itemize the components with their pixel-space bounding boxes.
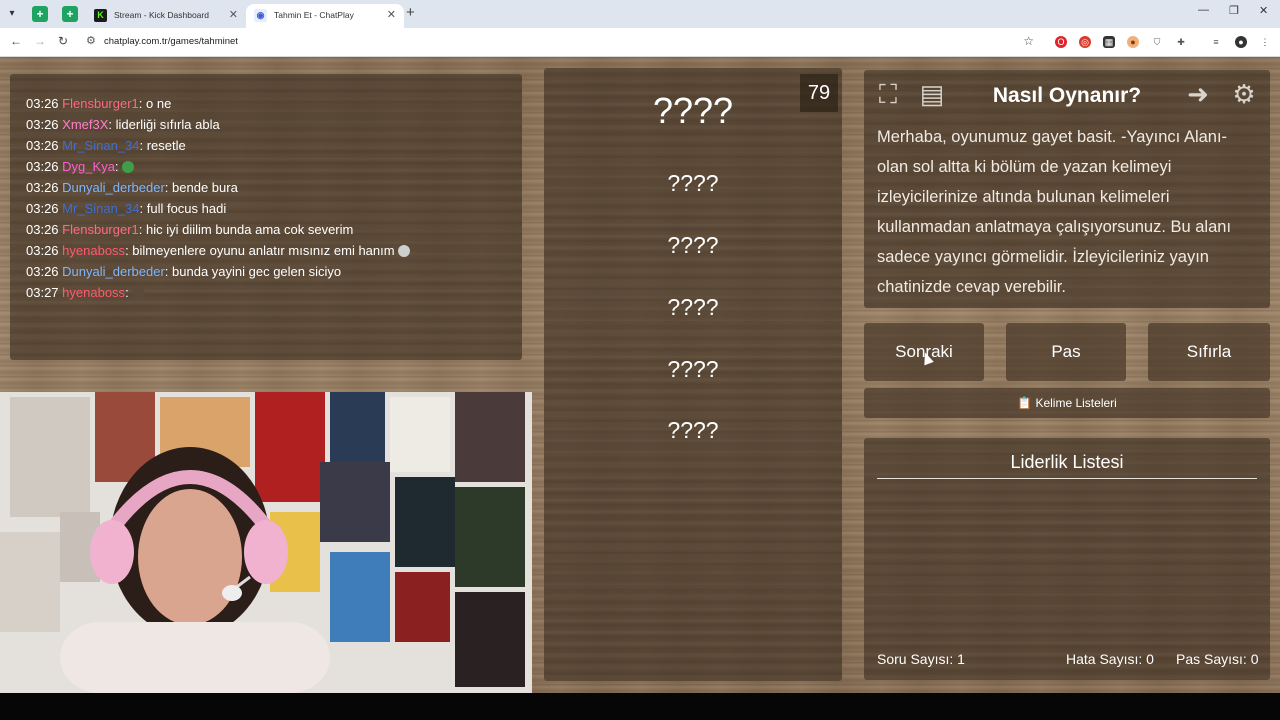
webcam-image xyxy=(0,392,532,693)
minimize-icon[interactable]: — xyxy=(1198,4,1209,16)
tab-label: Tahmin Et - ChatPlay xyxy=(274,10,354,20)
word-panel: 79 ???? ???? ???? ???? ???? ???? xyxy=(544,68,842,681)
back-icon[interactable]: ← xyxy=(10,34,22,48)
stream-chat: 03:26 Flensburger1: o ne 03:26 Xmef3X: l… xyxy=(10,74,522,360)
error-count: Hata Sayısı: 0 xyxy=(1066,651,1154,667)
taboo-word: ???? xyxy=(667,356,719,382)
reload-icon[interactable]: ↻ xyxy=(58,34,68,48)
chat-message: 03:26 Dunyali_derbeder: bende bura xyxy=(26,180,238,195)
how-to-play-text: Merhaba, oyunumuz gayet basit. -Yayıncı … xyxy=(877,128,1232,296)
tab-label: Stream - Kick Dashboard xyxy=(114,10,209,20)
how-to-play-panel: ⛶ ▤ Nasıl Oynanır? ➜ ⚙ Merhaba, oyunumuz… xyxy=(864,70,1270,308)
settings-gear-icon[interactable]: ⚙ xyxy=(1228,78,1260,110)
exit-icon[interactable]: ➜ xyxy=(1182,78,1214,110)
bookmark-star-icon[interactable]: ☆ xyxy=(1023,34,1034,48)
clipboard-icon: 📋 xyxy=(1017,396,1033,410)
question-count: Soru Sayısı: 1 xyxy=(877,651,965,667)
webcam-overlay xyxy=(0,392,532,693)
adblock-icon[interactable]: ◎ xyxy=(1079,36,1091,48)
window-close-icon[interactable]: ✕ xyxy=(1259,4,1268,17)
forward-icon[interactable]: → xyxy=(34,34,46,48)
puzzle-icon[interactable]: ✚ xyxy=(1175,36,1187,48)
chatplay-icon: ◉ xyxy=(254,9,267,22)
more-menu-icon[interactable]: ⋮ xyxy=(1259,36,1271,48)
bottom-bar xyxy=(0,693,1280,720)
chat-message: 03:26 Mr_Sinan_34: full focus hadi xyxy=(26,201,227,216)
divider xyxy=(877,478,1257,479)
leaderboard-panel: Liderlik Listesi Soru Sayısı: 1 Hata Say… xyxy=(864,438,1270,680)
tab-chatplay[interactable]: ◉ Tahmin Et - ChatPlay ✕ xyxy=(246,4,404,28)
emote-icon xyxy=(131,287,144,299)
chat-message: 03:26 Flensburger1: o ne xyxy=(26,96,172,111)
chat-message: 03:26 hyenaboss: bilmeyenlere oyunu anla… xyxy=(26,243,410,258)
taboo-word: ???? xyxy=(667,294,719,320)
word-lists-label: Kelime Listeleri xyxy=(1035,396,1117,410)
word-lists-button[interactable]: 📋 Kelime Listeleri xyxy=(864,388,1270,418)
menu-list-icon[interactable]: ≡ xyxy=(1210,36,1222,48)
close-icon[interactable]: ✕ xyxy=(387,8,396,21)
omnibox[interactable]: ⚙ chatplay.com.tr/games/tahminet ☆ xyxy=(80,31,1040,53)
tab-kick-dashboard[interactable]: K Stream - Kick Dashboard ✕ xyxy=(86,4,246,28)
pass-button[interactable]: Pas xyxy=(1006,323,1126,381)
taboo-word: ???? xyxy=(667,232,719,258)
close-icon[interactable]: ✕ xyxy=(229,8,238,21)
tab-search-icon[interactable]: ▾ xyxy=(4,6,20,22)
restore-icon[interactable]: ❐ xyxy=(1229,4,1239,17)
tab-bar: ▾ + + K Stream - Kick Dashboard ✕ ◉ Tahm… xyxy=(0,0,1280,28)
pinned-tab-sheets-icon-2[interactable]: + xyxy=(62,6,78,22)
site-info-icon[interactable]: ⚙ xyxy=(86,34,96,47)
chat-message: 03:26 Dyg_Kya: xyxy=(26,159,134,174)
extension-icon[interactable]: ▦ xyxy=(1103,36,1115,48)
main-word: ???? xyxy=(652,90,734,131)
emote-icon xyxy=(121,161,134,173)
emote-icon xyxy=(397,245,410,257)
extension-face-icon[interactable]: ● xyxy=(1127,36,1139,48)
leaderboard-title: Liderlik Listesi xyxy=(1010,452,1124,472)
shield-icon[interactable]: ⛉ xyxy=(1151,36,1163,48)
profile-avatar[interactable]: ● xyxy=(1235,36,1247,48)
opera-icon[interactable]: O xyxy=(1055,36,1067,48)
chat-message: 03:26 Mr_Sinan_34: resetle xyxy=(26,138,186,153)
chat-message: 03:27 hyenaboss: xyxy=(26,285,144,300)
pass-count: Pas Sayısı: 0 xyxy=(1176,651,1259,667)
kick-icon: K xyxy=(94,9,107,22)
taboo-word: ???? xyxy=(667,417,719,443)
chat-message: 03:26 Flensburger1: hic iyi diilim bunda… xyxy=(26,222,354,237)
chat-message: 03:26 Xmef3X: liderliği sıfırla abla xyxy=(26,117,220,132)
new-tab-icon[interactable]: + xyxy=(406,4,415,21)
url-text[interactable]: chatplay.com.tr/games/tahminet xyxy=(104,36,238,47)
pinned-tab-sheets-icon[interactable]: + xyxy=(32,6,48,22)
reset-button[interactable]: Sıfırla xyxy=(1148,323,1270,381)
taboo-word: ???? xyxy=(667,170,719,196)
chat-message: 03:26 Dunyali_derbeder: bunda yayini gec… xyxy=(26,264,342,279)
